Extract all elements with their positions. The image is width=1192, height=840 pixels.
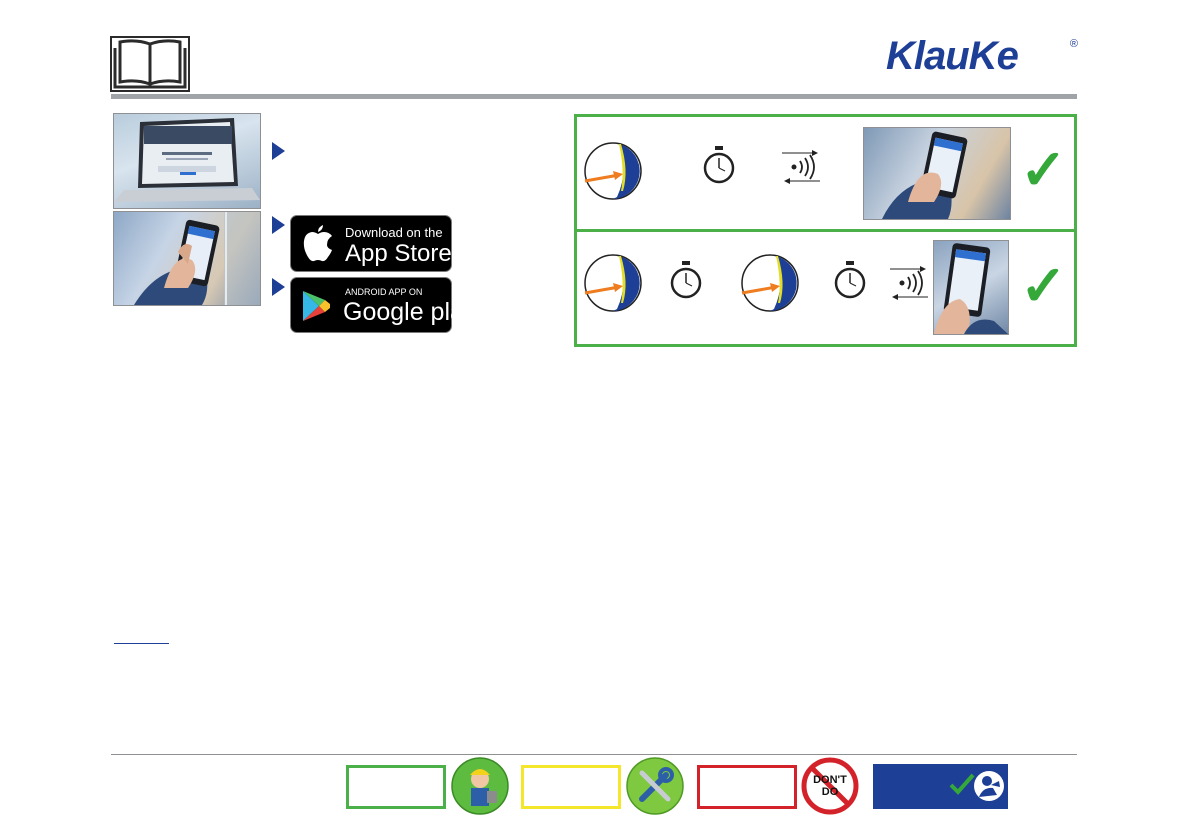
checkmark-icon: ✓	[1020, 254, 1067, 317]
yellow-legend-box	[521, 765, 621, 809]
tools-icon	[626, 757, 684, 815]
green-legend-box	[346, 765, 446, 809]
gauge-icon	[584, 142, 642, 200]
laptop-website-photo	[113, 113, 261, 209]
red-legend-box	[697, 765, 797, 809]
bluetooth-transfer-icon	[890, 266, 928, 300]
google-play-badge[interactable]: ANDROID APP ON Google play	[290, 277, 476, 333]
gauge-icon	[584, 254, 642, 312]
gauge-icon	[741, 254, 799, 312]
stopwatch-icon	[834, 261, 866, 299]
website-arrow	[272, 142, 285, 160]
app-store-big-text: App Store	[345, 240, 452, 267]
app-store-arrow	[272, 216, 285, 234]
app-store-badge[interactable]: Download on the App Store	[290, 215, 452, 272]
smartphone-photo	[933, 240, 1009, 335]
dont-do-text: DON'T DO	[813, 774, 847, 798]
registered-mark: ®	[1069, 38, 1078, 50]
hand-holding-smartphone-photo	[113, 211, 261, 306]
header-divider	[111, 94, 1077, 99]
stopwatch-icon	[670, 261, 702, 299]
klauke-logo: KlauKe ®	[886, 34, 1078, 80]
link-underline[interactable]	[114, 643, 169, 644]
google-play-arrow	[272, 278, 285, 296]
apple-icon	[303, 225, 332, 262]
worker-icon	[451, 757, 509, 815]
app-store-small-text: Download on the	[345, 225, 443, 240]
bluetooth-transfer-icon	[782, 150, 820, 184]
smartphone-photo	[863, 127, 1011, 220]
google-play-big-text: Google play	[343, 298, 477, 326]
checkmark-icon	[949, 773, 975, 795]
expert-icon	[974, 771, 1004, 801]
logo-text: KlauKe	[886, 34, 1019, 78]
google-play-small-text: ANDROID APP ON	[345, 287, 423, 297]
blue-legend-box	[873, 764, 1008, 809]
open-book-icon	[110, 36, 190, 92]
footer-divider	[111, 754, 1077, 755]
google-play-icon	[303, 291, 330, 321]
stopwatch-icon	[703, 146, 735, 184]
checkmark-icon: ✓	[1020, 138, 1067, 201]
